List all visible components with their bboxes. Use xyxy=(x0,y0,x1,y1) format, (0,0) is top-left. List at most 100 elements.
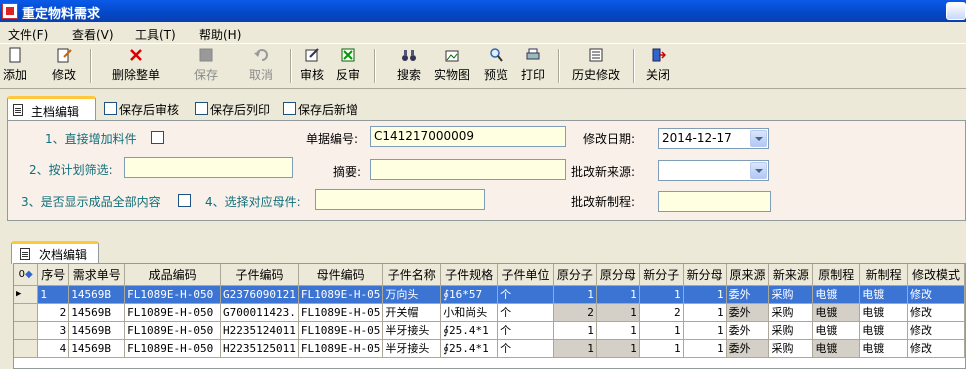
column-header[interactable]: 子件单位 xyxy=(497,264,554,286)
doc-no-input[interactable]: C141217000009 xyxy=(370,126,566,147)
table-cell[interactable]: 1 xyxy=(683,321,727,340)
table-cell[interactable]: G2376090121 xyxy=(220,285,299,304)
table-cell[interactable]: FL1089E-H-05 xyxy=(298,339,384,358)
table-cell[interactable]: 采购 xyxy=(768,285,814,304)
column-header[interactable]: 新分母 xyxy=(683,264,727,286)
table-cell[interactable]: 修改 xyxy=(907,303,965,322)
table-cell[interactable]: 个 xyxy=(497,285,554,304)
table-cell[interactable]: 1 xyxy=(553,321,597,340)
table-cell[interactable]: G700011423. xyxy=(220,303,299,322)
table-cell[interactable]: 个 xyxy=(497,303,554,322)
column-header[interactable]: 新分子 xyxy=(639,264,684,286)
table-cell[interactable]: H2235124011 xyxy=(220,321,299,340)
table-cell[interactable]: ∮16*57 xyxy=(440,285,499,304)
table-cell[interactable]: ∮25.4*1 xyxy=(440,339,499,358)
add-button[interactable]: 添加 xyxy=(2,47,28,85)
menu-help[interactable]: 帮助(H) xyxy=(199,26,241,43)
table-cell[interactable]: 1 xyxy=(596,285,640,304)
tab-sub-edit[interactable]: 次档编辑 xyxy=(11,241,99,264)
table-cell[interactable]: 1 xyxy=(596,303,640,322)
table-cell[interactable]: 电镀 xyxy=(859,285,908,304)
minimize-button[interactable] xyxy=(946,2,966,20)
table-cell[interactable]: ∮25.4*1 xyxy=(440,321,499,340)
table-cell[interactable]: 3 xyxy=(37,321,70,340)
table-cell[interactable]: FL1089E-H-05 xyxy=(298,321,384,340)
row-indicator[interactable] xyxy=(14,321,39,340)
table-cell[interactable]: FL1089E-H-050 xyxy=(124,321,222,340)
table-row[interactable]: ▶ 1 14569B FL1089E-H-050 G2376090121 FL1089E-… xyxy=(14,285,965,304)
column-header[interactable]: 新来源 xyxy=(768,264,814,286)
direct-add-checkbox[interactable] xyxy=(151,131,164,144)
menu-file[interactable]: 文件(F) xyxy=(8,26,48,43)
table-cell[interactable]: 委外 xyxy=(726,339,770,358)
table-cell[interactable]: H2235125011 xyxy=(220,339,299,358)
table-cell[interactable]: 修改 xyxy=(907,285,965,304)
edit-button[interactable]: 修改 xyxy=(50,47,78,85)
menu-view[interactable]: 查看(V) xyxy=(72,26,114,43)
table-cell[interactable]: 1 xyxy=(553,285,597,304)
table-cell[interactable]: 万向头 xyxy=(382,285,442,304)
column-header[interactable]: 需求单号 xyxy=(68,264,126,286)
table-cell[interactable]: FL1089E-H-05 xyxy=(298,285,384,304)
table-row[interactable]: 3 14569B FL1089E-H-050 H2235124011 FL1089E-H… xyxy=(14,321,965,340)
column-header[interactable]: 序号 xyxy=(37,264,70,286)
preview-button[interactable]: 预览 xyxy=(483,47,509,85)
table-row[interactable]: 2 14569B FL1089E-H-050 G700011423. FL1089E-H… xyxy=(14,303,965,322)
table-cell[interactable]: 1 xyxy=(683,303,727,322)
table-cell[interactable]: 1 xyxy=(639,339,684,358)
history-button[interactable]: 历史修改 xyxy=(570,47,622,85)
table-cell[interactable]: 电镀 xyxy=(812,321,861,340)
table-cell[interactable]: 4 xyxy=(37,339,70,358)
table-cell[interactable]: 2 xyxy=(639,303,684,322)
row-indicator[interactable] xyxy=(14,339,39,358)
table-cell[interactable]: 电镀 xyxy=(812,303,861,322)
table-cell[interactable]: 小和尚头 xyxy=(440,303,499,322)
table-cell[interactable]: 委外 xyxy=(726,285,770,304)
table-cell[interactable]: FL1089E-H-050 xyxy=(124,285,222,304)
plan-filter-input[interactable] xyxy=(124,157,293,178)
column-header[interactable]: 原制程 xyxy=(812,264,861,286)
batch-process-input[interactable] xyxy=(658,191,771,212)
table-cell[interactable]: 委外 xyxy=(726,321,770,340)
table-cell[interactable]: FL1089E-H-050 xyxy=(124,303,222,322)
table-cell[interactable]: 电镀 xyxy=(859,321,908,340)
tab-main-edit[interactable]: 主档编辑 xyxy=(7,96,96,121)
column-header[interactable]: 子件规格 xyxy=(440,264,499,286)
print-button[interactable]: 打印 xyxy=(520,47,546,85)
row-indicator[interactable] xyxy=(14,303,39,322)
save-then-print-checkbox[interactable] xyxy=(195,102,208,115)
show-all-checkbox[interactable] xyxy=(178,194,191,207)
summary-input[interactable] xyxy=(370,159,566,180)
column-header[interactable]: 母件编码 xyxy=(298,264,384,286)
save-button[interactable]: 保存 xyxy=(193,47,219,85)
table-cell[interactable]: 2 xyxy=(37,303,70,322)
header-sort-cell[interactable]: 0◆ xyxy=(14,264,39,286)
modify-date-picker[interactable]: 2014-12-17 xyxy=(658,128,769,149)
chevron-down-icon[interactable] xyxy=(750,162,767,179)
cancel-button[interactable]: 取消 xyxy=(248,47,274,85)
table-cell[interactable]: 修改 xyxy=(907,339,965,358)
column-header[interactable]: 新制程 xyxy=(859,264,908,286)
table-cell[interactable]: 采购 xyxy=(768,303,814,322)
table-cell[interactable]: 14569B xyxy=(68,285,126,304)
batch-source-select[interactable] xyxy=(658,160,769,181)
audit-button[interactable]: 审核 xyxy=(299,47,325,85)
table-cell[interactable]: 2 xyxy=(553,303,597,322)
table-cell[interactable]: 修改 xyxy=(907,321,965,340)
table-cell[interactable]: 开关帽 xyxy=(382,303,442,322)
table-cell[interactable]: 1 xyxy=(639,285,684,304)
table-cell[interactable]: 电镀 xyxy=(859,303,908,322)
column-header[interactable]: 成品编码 xyxy=(124,264,222,286)
column-header[interactable]: 修改模式 xyxy=(907,264,965,286)
menu-tools[interactable]: 工具(T) xyxy=(135,26,176,43)
chevron-down-icon[interactable] xyxy=(750,130,767,147)
table-cell[interactable]: 1 xyxy=(596,321,640,340)
row-indicator-arrow[interactable]: ▶ xyxy=(14,285,39,304)
table-cell[interactable]: 1 xyxy=(37,285,70,304)
table-cell[interactable]: 委外 xyxy=(726,303,770,322)
column-header[interactable]: 原来源 xyxy=(726,264,770,286)
column-header[interactable]: 子件名称 xyxy=(382,264,442,286)
select-parent-input[interactable] xyxy=(315,189,485,210)
table-cell[interactable]: 采购 xyxy=(768,339,814,358)
table-cell[interactable]: 1 xyxy=(553,339,597,358)
